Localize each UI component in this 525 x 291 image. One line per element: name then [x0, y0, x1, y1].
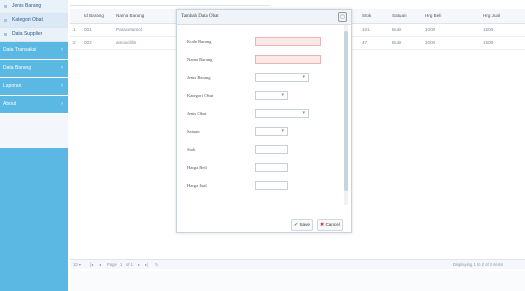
tab-underline [70, 5, 270, 6]
cell-satuan: Butir [392, 40, 402, 45]
dialog-scrollbar[interactable] [344, 25, 348, 205]
bullet-icon [4, 5, 7, 8]
cancel-button-label: Cancel [325, 222, 340, 227]
cancel-button[interactable]: ✖ Cancel [317, 219, 343, 231]
harga-jual-input[interactable] [255, 181, 288, 190]
first-page-icon[interactable]: |◂ [90, 262, 93, 267]
chevron-right-icon: › [61, 47, 63, 53]
sidebar-item-data-supplier[interactable]: Data Supplier [0, 28, 68, 42]
sidebar-item-label: Kategori Obat [12, 17, 43, 23]
check-icon: ✔ [294, 222, 299, 228]
cell-hrg-beli: 1000 [425, 40, 436, 45]
column-header-hrg-beli[interactable]: Hrg Beli [425, 13, 441, 18]
harga-beli-input[interactable] [255, 163, 288, 172]
page-input[interactable]: 1 [120, 262, 122, 267]
sidebar-section-data-transaksi[interactable]: Data Transaksi › [0, 42, 68, 60]
sidebar-section-label: About [3, 101, 17, 107]
sidebar-section-label: Laporan [3, 83, 22, 89]
save-button-label: Save [299, 222, 310, 227]
pagination-bar: 10 ▾ |◂ ◂ Page 1 of 1 ▸ ▸| ↻ Displaying … [70, 259, 525, 269]
cell-satuan: Butir [392, 27, 402, 32]
add-obat-dialog: Tambah Data Obat ▢ Kode Barang Nama Bara… [176, 9, 352, 233]
cell-nama: amoxcillin [116, 40, 137, 45]
sidebar-fill [0, 148, 68, 291]
cell-stok: 101 [362, 27, 370, 32]
prev-page-icon[interactable]: ◂ [99, 262, 101, 267]
refresh-icon[interactable]: ↻ [155, 262, 159, 267]
field-label-harga-beli: Harga Beli [187, 165, 207, 170]
chevron-right-icon: › [61, 65, 63, 71]
page-label: Page [107, 262, 117, 267]
sidebar-section-about[interactable]: About › [0, 96, 68, 114]
cell-hrg-jual: 1500 [483, 40, 494, 45]
sidebar-section-label: Data Barang [3, 65, 32, 71]
chevron-right-icon: › [61, 83, 63, 89]
row-number: 1 [73, 27, 76, 32]
jenis-obat-select[interactable] [255, 109, 309, 118]
sidebar-item-label: Jenis Barang [12, 3, 42, 9]
field-label-satuan: Satuan [187, 129, 200, 134]
cell-id: 002 [84, 40, 92, 45]
field-label-jenis-barang: Jenis Barang [187, 75, 211, 80]
footer-area [70, 271, 525, 291]
dialog-body: Kode Barang Nama Barang Jenis Barang Kat… [177, 25, 351, 232]
page-size-select[interactable]: 10 ▾ [73, 262, 81, 267]
last-page-icon[interactable]: ▸| [145, 262, 148, 267]
row-number: 2 [73, 40, 76, 45]
cell-id: 001 [84, 27, 92, 32]
sidebar-section-data-barang[interactable]: Data Barang › [0, 60, 68, 78]
chevron-right-icon: › [61, 101, 63, 107]
save-button[interactable]: ✔ Save [291, 219, 313, 231]
field-label-jenis-obat: Jenis Obat [187, 111, 207, 116]
field-label-nama-barang: Nama Barang [187, 57, 213, 62]
page-of-label: of 1 [126, 262, 133, 267]
cancel-icon: ✖ [320, 222, 325, 228]
column-header-satuan[interactable]: Satuan [392, 13, 407, 18]
sidebar-section-label: Data Transaksi [3, 47, 37, 53]
cell-stok: 47 [362, 40, 368, 45]
scrollbar-thumb[interactable] [344, 31, 348, 191]
column-header-nama[interactable]: Nama Barang [116, 13, 144, 18]
bullet-icon [4, 33, 7, 36]
column-header-id[interactable]: Id Barang [84, 13, 104, 18]
next-page-icon[interactable]: ▸ [138, 262, 140, 267]
sidebar-item-kategori-obat[interactable]: Kategori Obat [0, 14, 68, 28]
field-label-kode-barang: Kode Barang [187, 39, 212, 44]
field-label-kategori-obat: Kategori Obat [187, 93, 214, 98]
pager-status: Displaying 1 to 2 of 2 items [453, 262, 504, 267]
column-header-hrg-jual[interactable]: Hrg Jual [483, 13, 500, 18]
column-header-stok[interactable]: Stok [362, 13, 371, 18]
sidebar: Jenis Barang Kategori Obat Data Supplier… [0, 0, 68, 291]
dialog-title: Tambah Data Obat [181, 14, 219, 19]
field-label-harga-jual: Harga Jual [187, 183, 207, 188]
field-label-stok: Stok [187, 147, 196, 152]
cell-hrg-beli: 1000 [425, 27, 436, 32]
sidebar-item-jenis-barang[interactable]: Jenis Barang [0, 0, 68, 14]
cell-hrg-jual: 1500 [483, 27, 494, 32]
satuan-select[interactable] [255, 127, 288, 136]
dialog-titlebar[interactable]: Tambah Data Obat ▢ [177, 10, 351, 25]
kategori-obat-select[interactable] [255, 91, 288, 100]
stok-input[interactable] [255, 145, 288, 154]
cell-nama: Paracetamol [116, 27, 142, 32]
bullet-icon [4, 19, 7, 22]
sidebar-item-label: Data Supplier [12, 31, 43, 37]
sidebar-section-laporan[interactable]: Laporan › [0, 78, 68, 96]
jenis-barang-select[interactable] [255, 73, 309, 82]
kode-barang-input[interactable] [255, 37, 321, 46]
nama-barang-input[interactable] [255, 55, 321, 64]
close-icon[interactable]: ▢ [338, 12, 347, 22]
